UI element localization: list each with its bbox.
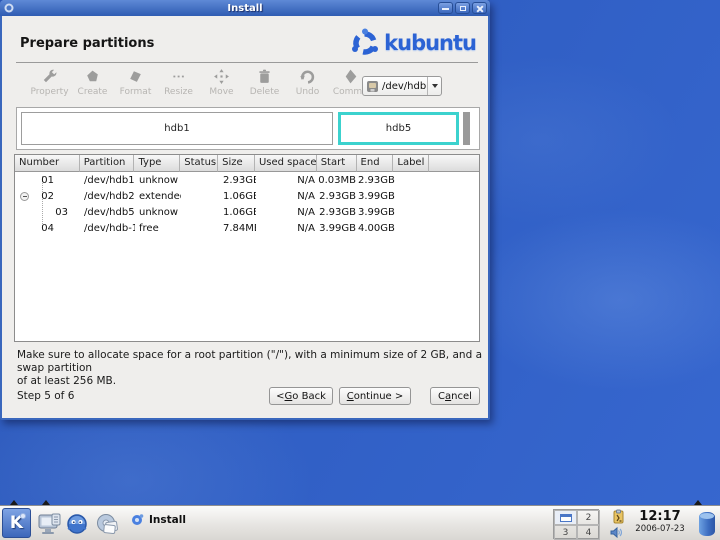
device-selector-arrow[interactable]	[427, 77, 441, 95]
move-icon	[213, 68, 230, 85]
wrench-icon	[41, 68, 58, 85]
minimize-button[interactable]	[438, 2, 453, 14]
popup-arrow-icon	[42, 500, 50, 505]
desktop: Install Prepare partitions kubuntu Prope…	[0, 0, 720, 540]
column-header-label[interactable]: Label	[393, 155, 429, 172]
column-header-status[interactable]: Status	[180, 155, 218, 172]
commit-icon	[342, 68, 359, 85]
partition-bar: hdb1 hdb5	[16, 107, 480, 150]
install-window: Install Prepare partitions kubuntu Prope…	[0, 0, 490, 420]
create-partition-icon	[84, 68, 101, 85]
cancel-button[interactable]: Cancel	[430, 387, 480, 405]
table-header: Number Partition Type Status Size Used s…	[15, 155, 479, 172]
column-header-partition[interactable]: Partition	[80, 155, 135, 172]
device-selector-value: /dev/hdb	[382, 81, 427, 92]
pager-desktop-3[interactable]: 3	[554, 525, 577, 540]
step-indicator: Step 5 of 6	[17, 390, 74, 402]
table-row[interactable]: 01 /dev/hdb1 unknow 2.93GB N/A 0.03MB 2.…	[15, 172, 479, 188]
resize-icon	[170, 68, 187, 85]
table-row[interactable]: 02 /dev/hdb2 extended 1.06GB N/A 2.93GB …	[15, 188, 479, 204]
column-header-filler	[429, 155, 479, 172]
kubuntu-wordmark: kubuntu	[384, 31, 476, 55]
undo-button[interactable]: Undo	[286, 68, 329, 97]
format-icon	[127, 68, 144, 85]
move-button[interactable]: Move	[200, 68, 243, 97]
header-divider	[16, 62, 478, 63]
pager-desktop-4[interactable]: 4	[577, 525, 600, 540]
property-button[interactable]: Property	[28, 68, 71, 97]
undo-icon	[299, 68, 316, 85]
pager-desktop-2[interactable]: 2	[577, 510, 600, 525]
taskbar-task-install[interactable]: Install	[130, 513, 186, 527]
storage-device-icon[interactable]	[699, 512, 715, 536]
table-row[interactable]: 04 /dev/hdb-1 free 7.84MB N/A 3.99GB 4.0…	[15, 220, 479, 236]
show-desktop-icon[interactable]	[36, 511, 62, 537]
konqueror-icon[interactable]	[64, 511, 90, 537]
toolbar: Property Create Format Resize Move Delet…	[28, 68, 372, 97]
column-header-size[interactable]: Size	[218, 155, 255, 172]
table-row[interactable]: 03 /dev/hdb5 unknow 1.06GB N/A 2.93GB 3.…	[15, 204, 479, 220]
column-header-used-space[interactable]: Used space	[255, 155, 317, 172]
hint-text: Make sure to allocate space for a root p…	[17, 349, 488, 388]
partition-table: Number Partition Type Status Size Used s…	[14, 154, 480, 342]
install-task-icon	[130, 513, 144, 527]
k-menu-button[interactable]: K	[2, 508, 31, 538]
column-header-number[interactable]: Number	[15, 155, 80, 172]
desktop-pager: 2 3 4	[553, 509, 599, 539]
disk-icon	[366, 80, 379, 93]
window-title: Install	[0, 3, 490, 14]
gear-icon	[20, 513, 26, 519]
taskbar: K	[0, 505, 720, 540]
clock-time: 12:17	[628, 510, 692, 524]
pager-desktop-1[interactable]	[554, 510, 577, 525]
task-label: Install	[149, 514, 186, 526]
maximize-button[interactable]	[455, 2, 470, 14]
partition-segment-hdb1[interactable]: hdb1	[21, 112, 333, 145]
resize-button[interactable]: Resize	[157, 68, 200, 97]
page-title: Prepare partitions	[20, 36, 154, 51]
kmenu-popup-arrow-icon	[10, 500, 18, 505]
tree-expander-icon[interactable]	[20, 192, 29, 201]
continue-button[interactable]: Continue >	[339, 387, 411, 405]
close-button[interactable]	[472, 2, 487, 14]
partition-segment-hdb5-selected[interactable]: hdb5	[338, 112, 459, 145]
partition-segment-free[interactable]	[463, 112, 470, 145]
kubuntu-logo: kubuntu	[350, 28, 476, 58]
column-header-end[interactable]: End	[357, 155, 394, 172]
column-header-start[interactable]: Start	[317, 155, 357, 172]
kubuntu-logo-icon	[350, 28, 380, 58]
window-titlebar[interactable]: Install	[0, 0, 490, 16]
column-header-type[interactable]: Type	[134, 155, 180, 172]
volume-icon[interactable]	[609, 525, 624, 540]
device-popup-arrow-icon	[694, 500, 702, 505]
system-package-icon[interactable]	[94, 511, 120, 537]
format-button[interactable]: Format	[114, 68, 157, 97]
taskbar-clock[interactable]: 12:17 2006-07-23	[628, 510, 692, 535]
create-button[interactable]: Create	[71, 68, 114, 97]
mini-window-icon	[560, 514, 572, 522]
device-selector[interactable]: /dev/hdb	[362, 76, 442, 96]
delete-button[interactable]: Delete	[243, 68, 286, 97]
chevron-down-icon	[432, 84, 438, 88]
trash-icon	[256, 68, 273, 85]
clock-date: 2006-07-23	[628, 524, 692, 535]
klipper-icon[interactable]	[611, 509, 626, 524]
go-back-button[interactable]: < Go Back	[269, 387, 333, 405]
